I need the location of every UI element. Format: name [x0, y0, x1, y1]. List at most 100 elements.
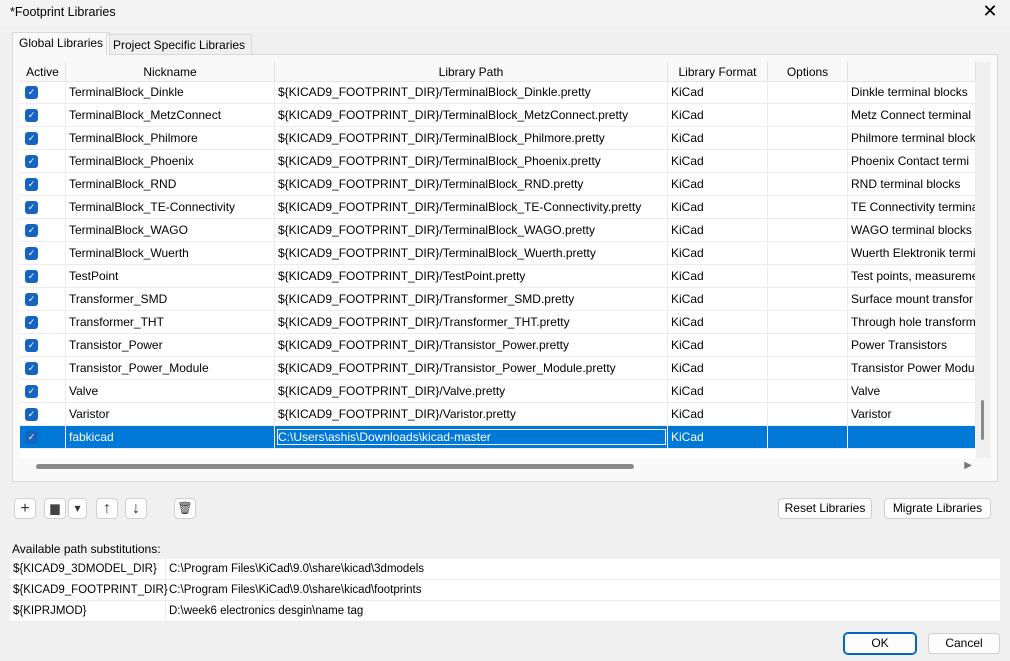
description-cell[interactable]: Dinkle terminal blocks [848, 81, 976, 103]
nickname-cell[interactable]: TerminalBlock_MetzConnect [66, 104, 275, 126]
horizontal-scrollbar[interactable]: ▶ [20, 460, 976, 474]
nickname-cell[interactable]: TerminalBlock_Wuerth [66, 242, 275, 264]
options-cell[interactable] [768, 150, 848, 172]
nickname-cell[interactable]: Varistor [66, 403, 275, 425]
table-row[interactable]: ✓ TerminalBlock_Wuerth ${KICAD9_FOOTPRINT_… [20, 242, 976, 265]
nickname-cell[interactable]: Transformer_SMD [66, 288, 275, 310]
description-cell[interactable]: Test points, measureme [848, 265, 976, 287]
table-row[interactable]: ✓ fabkicad C:\Users\ashis\Downloads\kicad-… [20, 426, 976, 449]
active-checkbox[interactable]: ✓ [20, 288, 66, 310]
checkbox-checked-icon[interactable]: ✓ [25, 431, 38, 444]
library-format-cell[interactable]: KiCad [668, 81, 768, 103]
description-cell[interactable]: Valve [848, 380, 976, 402]
description-cell[interactable]: WAGO terminal blocks [848, 219, 976, 241]
library-format-cell[interactable]: KiCad [668, 242, 768, 264]
table-row[interactable]: ✓ Varistor ${KICAD9_FOOTPRINT_DIR}/Varisto… [20, 403, 976, 426]
library-path-cell[interactable]: ${KICAD9_FOOTPRINT_DIR}/TerminalBlock_Me… [275, 104, 668, 126]
checkbox-checked-icon[interactable]: ✓ [25, 109, 38, 122]
checkbox-checked-icon[interactable]: ✓ [25, 339, 38, 352]
library-format-cell[interactable]: KiCad [668, 380, 768, 402]
description-cell[interactable]: Philmore terminal block [848, 127, 976, 149]
nickname-cell[interactable]: TerminalBlock_Philmore [66, 127, 275, 149]
description-cell[interactable]: Varistor [848, 403, 976, 425]
nickname-cell[interactable]: TerminalBlock_Dinkle [66, 81, 275, 103]
library-path-cell[interactable]: ${KICAD9_FOOTPRINT_DIR}/TerminalBlock_TE… [275, 196, 668, 218]
checkbox-checked-icon[interactable]: ✓ [25, 155, 38, 168]
description-cell[interactable]: Transistor Power Modu [848, 357, 976, 379]
checkbox-checked-icon[interactable]: ✓ [25, 408, 38, 421]
options-cell[interactable] [768, 242, 848, 264]
checkbox-checked-icon[interactable]: ✓ [25, 201, 38, 214]
active-checkbox[interactable]: ✓ [20, 81, 66, 103]
nickname-cell[interactable]: Valve [66, 380, 275, 402]
checkbox-checked-icon[interactable]: ✓ [25, 178, 38, 191]
cancel-button[interactable]: Cancel [928, 633, 1000, 654]
checkbox-checked-icon[interactable]: ✓ [25, 362, 38, 375]
column-header-description[interactable] [848, 62, 976, 81]
options-cell[interactable] [768, 403, 848, 425]
library-format-cell[interactable]: KiCad [668, 173, 768, 195]
close-icon[interactable]: ✕ [978, 1, 1002, 22]
description-cell[interactable]: Surface mount transfor [848, 288, 976, 310]
horizontal-scroll-thumb[interactable] [36, 464, 634, 469]
library-path-cell[interactable]: ${KICAD9_FOOTPRINT_DIR}/TerminalBlock_WA… [275, 219, 668, 241]
chevron-down-icon[interactable]: ▾ [68, 498, 87, 519]
description-cell[interactable] [848, 426, 976, 448]
column-header-library-format[interactable]: Library Format [668, 62, 768, 81]
library-path-cell[interactable]: ${KICAD9_FOOTPRINT_DIR}/TerminalBlock_RN… [275, 173, 668, 195]
library-format-cell[interactable]: KiCad [668, 265, 768, 287]
tab-project-specific-libraries[interactable]: Project Specific Libraries [106, 34, 253, 55]
description-cell[interactable]: Metz Connect terminal [848, 104, 976, 126]
library-format-cell[interactable]: KiCad [668, 426, 768, 448]
nickname-cell[interactable]: TerminalBlock_TE-Connectivity [66, 196, 275, 218]
options-cell[interactable] [768, 357, 848, 379]
table-row[interactable]: ✓ Transistor_Power_Module ${KICAD9_FOOTPRI… [20, 357, 976, 380]
nickname-cell[interactable]: TerminalBlock_RND [66, 173, 275, 195]
library-path-cell[interactable]: ${KICAD9_FOOTPRINT_DIR}/TerminalBlock_Ph… [275, 127, 668, 149]
description-cell[interactable]: TE Connectivity termina [848, 196, 976, 218]
add-library-button[interactable]: + [14, 498, 36, 519]
library-path-cell[interactable]: ${KICAD9_FOOTPRINT_DIR}/Varistor.pretty [275, 403, 668, 425]
active-checkbox[interactable]: ✓ [20, 127, 66, 149]
table-row[interactable]: ✓ TerminalBlock_RND ${KICAD9_FOOTPRINT_DIR… [20, 173, 976, 196]
options-cell[interactable] [768, 81, 848, 103]
library-format-cell[interactable]: KiCad [668, 288, 768, 310]
table-row[interactable]: ✓ TerminalBlock_MetzConnect ${KICAD9_FOOTP… [20, 104, 976, 127]
column-header-options[interactable]: Options [768, 62, 848, 81]
description-cell[interactable]: Power Transistors [848, 334, 976, 356]
tab-global-libraries[interactable]: Global Libraries [12, 32, 111, 55]
options-cell[interactable] [768, 196, 848, 218]
library-format-cell[interactable]: KiCad [668, 196, 768, 218]
table-row[interactable]: ✓ TerminalBlock_Philmore ${KICAD9_FOOTPRIN… [20, 127, 976, 150]
library-path-cell[interactable]: C:\Users\ashis\Downloads\kicad-master [275, 426, 668, 448]
nickname-cell[interactable]: Transformer_THT [66, 311, 275, 333]
active-checkbox[interactable]: ✓ [20, 380, 66, 402]
vertical-scrollbar[interactable] [976, 62, 990, 458]
description-cell[interactable]: Wuerth Elektronik termi [848, 242, 976, 264]
table-row[interactable]: ✓ TerminalBlock_WAGO ${KICAD9_FOOTPRINT_DI… [20, 219, 976, 242]
active-checkbox[interactable]: ✓ [20, 403, 66, 425]
active-checkbox[interactable]: ✓ [20, 265, 66, 287]
table-row[interactable]: ✓ Transformer_THT ${KICAD9_FOOTPRINT_DIR}/… [20, 311, 976, 334]
checkbox-checked-icon[interactable]: ✓ [25, 132, 38, 145]
options-cell[interactable] [768, 265, 848, 287]
checkbox-checked-icon[interactable]: ✓ [25, 247, 38, 260]
description-cell[interactable]: Phoenix Contact termi [848, 150, 976, 172]
library-format-cell[interactable]: KiCad [668, 403, 768, 425]
active-checkbox[interactable]: ✓ [20, 357, 66, 379]
table-row[interactable]: ✓ TerminalBlock_Dinkle ${KICAD9_FOOTPRINT_… [20, 81, 976, 104]
table-row[interactable]: ✓ Valve ${KICAD9_FOOTPRINT_DIR}/Valve.pret… [20, 380, 976, 403]
options-cell[interactable] [768, 173, 848, 195]
nickname-cell[interactable]: Transistor_Power_Module [66, 357, 275, 379]
checkbox-checked-icon[interactable]: ✓ [25, 224, 38, 237]
move-up-button[interactable]: ↑ [96, 498, 118, 519]
active-checkbox[interactable]: ✓ [20, 173, 66, 195]
migrate-libraries-button[interactable]: Migrate Libraries [884, 498, 991, 519]
description-cell[interactable]: Through hole transform [848, 311, 976, 333]
ok-button[interactable]: OK [843, 632, 917, 655]
nickname-cell[interactable]: fabkicad [66, 426, 275, 448]
nickname-cell[interactable]: TerminalBlock_WAGO [66, 219, 275, 241]
trash-icon[interactable]: 🗑 [174, 498, 196, 519]
options-cell[interactable] [768, 288, 848, 310]
options-cell[interactable] [768, 219, 848, 241]
